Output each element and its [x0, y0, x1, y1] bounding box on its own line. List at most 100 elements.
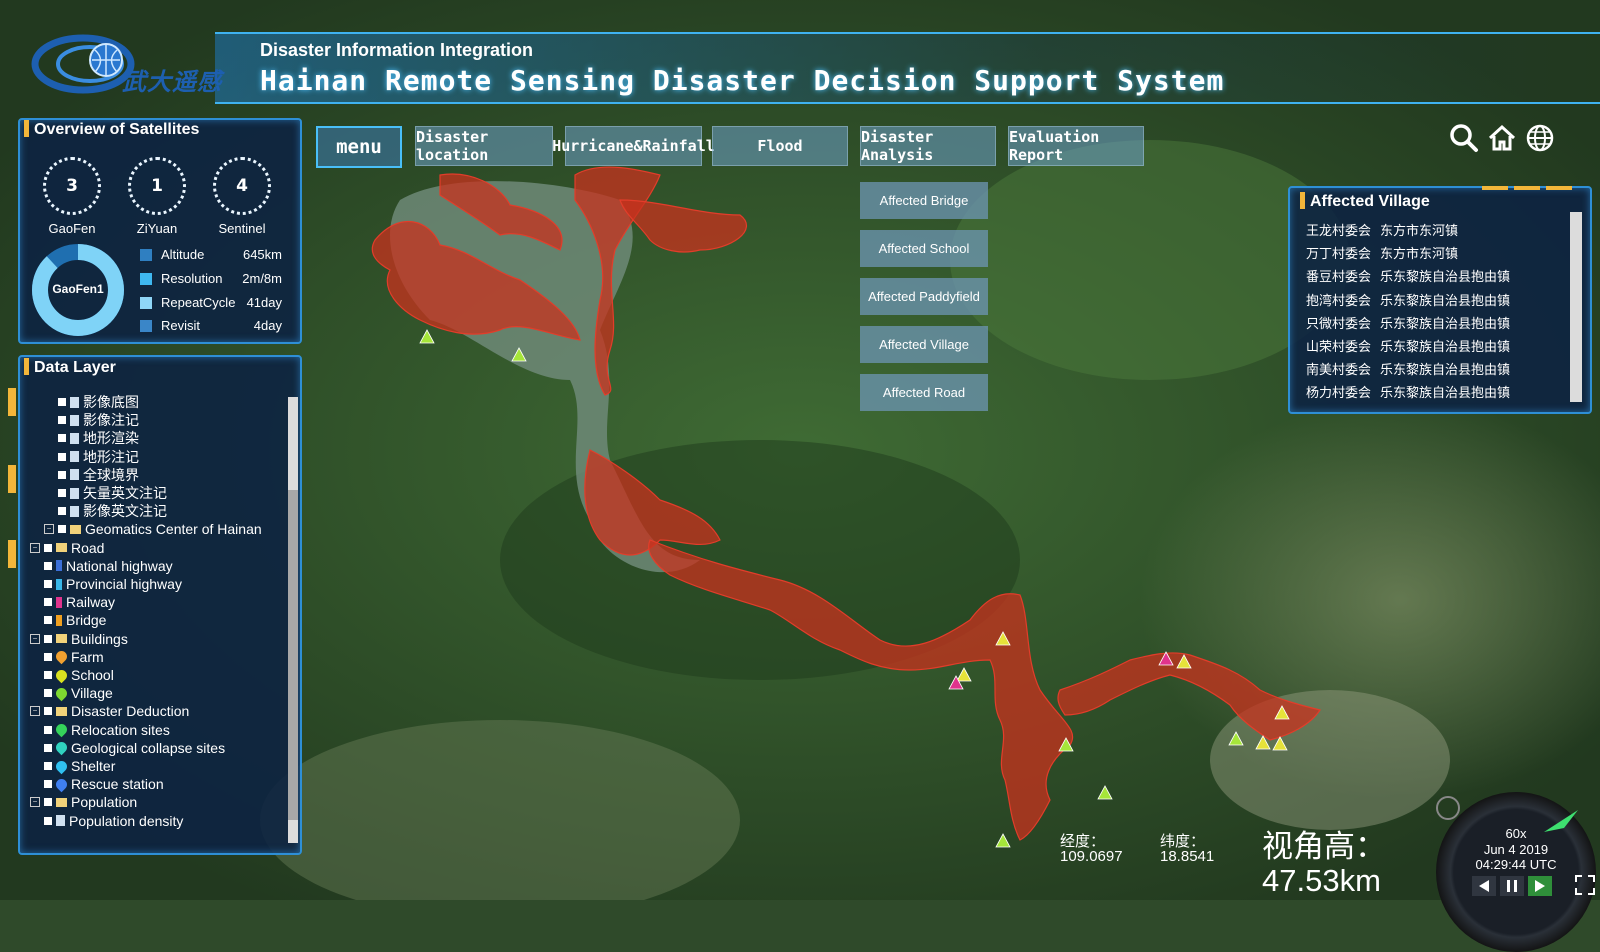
layer-item[interactable]: Provincial highway: [44, 575, 182, 593]
layer-checkbox[interactable]: [44, 543, 52, 552]
home-icon[interactable]: [1486, 122, 1518, 154]
layer-item[interactable]: − Disaster Deduction: [30, 702, 189, 720]
layer-checkbox[interactable]: [58, 434, 66, 443]
stat-value: 2m/8m: [242, 271, 282, 286]
submenu-affected-road[interactable]: Affected Road: [860, 374, 988, 411]
layer-item[interactable]: 影像注记: [58, 411, 139, 429]
layer-checkbox[interactable]: [44, 652, 52, 661]
stat-value: 645km: [242, 247, 282, 262]
layer-checkbox[interactable]: [58, 489, 66, 497]
menu-button[interactable]: menu: [316, 126, 402, 168]
layer-item[interactable]: 影像底图: [58, 393, 139, 411]
side-tab[interactable]: [8, 388, 16, 416]
submenu-affected-school[interactable]: Affected School: [860, 230, 988, 267]
fullscreen-icon[interactable]: [1574, 874, 1596, 896]
layer-item[interactable]: − Population: [30, 793, 137, 811]
tab-disaster-location[interactable]: Disaster location: [415, 126, 553, 166]
stat-label: Altitude: [161, 247, 205, 262]
layer-label: 影像注记: [83, 412, 139, 429]
layer-checkbox[interactable]: [44, 743, 52, 752]
expand-toggle-icon[interactable]: −: [44, 524, 54, 535]
layer-item[interactable]: Village: [44, 684, 113, 702]
tab-disaster-analysis[interactable]: Disaster Analysis: [860, 126, 996, 166]
clock-icon[interactable]: [1436, 796, 1460, 820]
globe-icon[interactable]: [1524, 122, 1556, 154]
search-icon[interactable]: [1448, 122, 1480, 154]
side-tab[interactable]: [8, 540, 16, 568]
layer-checkbox[interactable]: [44, 780, 52, 789]
submenu-affected-bridge[interactable]: Affected Bridge: [860, 182, 988, 219]
expand-toggle-icon[interactable]: −: [30, 633, 40, 644]
side-tab[interactable]: [8, 465, 16, 493]
layer-checkbox[interactable]: [44, 561, 52, 570]
layer-label: 矢量英文注记: [83, 485, 167, 501]
page-title: Hainan Remote Sensing Disaster Decision …: [260, 64, 1225, 97]
layer-label: Village: [71, 685, 113, 702]
layer-checkbox[interactable]: [44, 634, 52, 643]
layer-checkbox[interactable]: [58, 470, 66, 479]
gaofen-count: 3: [43, 157, 101, 215]
layer-item[interactable]: − Road: [30, 539, 104, 557]
layer-scroll-thumb[interactable]: [288, 490, 298, 820]
layer-item[interactable]: 矢量英文注记: [58, 484, 167, 502]
layer-item[interactable]: Geological collapse sites: [44, 739, 225, 757]
tab-flood[interactable]: Flood: [712, 126, 848, 166]
layer-checkbox[interactable]: [44, 725, 52, 734]
ziyuan-label: ZiYuan: [136, 221, 178, 236]
layer-label: 地形渲染: [83, 430, 139, 447]
layer-item[interactable]: Railway: [44, 593, 115, 611]
village-town: 乐东黎族自治县抱由镇: [1380, 292, 1511, 308]
village-town: 东方市东河镇: [1380, 246, 1459, 262]
file-icon: [70, 469, 79, 481]
layer-checkbox[interactable]: [44, 689, 52, 698]
layer-item[interactable]: − Geomatics Center of Hainan: [44, 520, 262, 538]
folder-icon: [56, 634, 67, 644]
layer-checkbox[interactable]: [58, 507, 66, 516]
layer-checkbox[interactable]: [58, 525, 66, 534]
layer-checkbox[interactable]: [44, 598, 52, 607]
layer-checkbox[interactable]: [44, 762, 52, 770]
tab-evaluation-report[interactable]: Evaluation Report: [1008, 126, 1144, 166]
layer-checkbox[interactable]: [44, 580, 52, 588]
layer-item[interactable]: School: [44, 666, 114, 684]
layer-label: Geological collapse sites: [71, 739, 226, 756]
submenu-affected-paddyfield[interactable]: Affected Paddyfield: [860, 278, 988, 315]
layer-item[interactable]: 全球境界: [58, 466, 139, 484]
layer-checkbox[interactable]: [58, 398, 66, 406]
layer-item[interactable]: Rescue station: [44, 775, 164, 793]
layer-checkbox[interactable]: [44, 616, 52, 625]
layer-item[interactable]: Farm: [44, 648, 104, 666]
layer-checkbox[interactable]: [44, 798, 52, 807]
layer-checkbox[interactable]: [44, 707, 52, 716]
satellite-panel-title: Overview of Satellites: [24, 120, 199, 139]
layer-item[interactable]: Relocation sites: [44, 721, 170, 739]
layer-item[interactable]: National highway: [44, 557, 173, 575]
village-scrollbar[interactable]: [1570, 212, 1582, 402]
stat-value: 41day: [246, 295, 282, 310]
layer-label: Road: [71, 539, 105, 556]
layer-item[interactable]: 地形渲染: [58, 429, 139, 447]
layer-item[interactable]: Shelter: [44, 757, 115, 775]
tab-hurricane-rainfall[interactable]: Hurricane&Rainfall: [552, 126, 715, 166]
line-style-icon: [56, 596, 62, 608]
layer-item[interactable]: Population density: [44, 812, 183, 830]
expand-toggle-icon[interactable]: −: [30, 542, 40, 553]
play-icon[interactable]: [1528, 876, 1552, 896]
pause-icon[interactable]: [1500, 876, 1524, 896]
rewind-icon[interactable]: [1472, 876, 1496, 896]
layer-checkbox[interactable]: [58, 452, 66, 461]
expand-toggle-icon[interactable]: −: [30, 706, 40, 717]
layer-item[interactable]: 影像英文注记: [58, 502, 167, 520]
expand-toggle-icon[interactable]: −: [30, 797, 40, 808]
submenu-affected-village[interactable]: Affected Village: [860, 326, 988, 363]
layer-checkbox[interactable]: [58, 416, 66, 425]
folder-icon: [70, 524, 81, 534]
stat-label: Resolution: [161, 271, 223, 286]
layer-item[interactable]: 地形注记: [58, 448, 139, 466]
layer-label: National highway: [66, 557, 173, 574]
file-icon: [70, 396, 79, 408]
layer-checkbox[interactable]: [44, 671, 52, 679]
layer-item[interactable]: − Buildings: [30, 630, 128, 648]
layer-item[interactable]: Bridge: [44, 611, 106, 629]
layer-checkbox[interactable]: [44, 816, 52, 825]
